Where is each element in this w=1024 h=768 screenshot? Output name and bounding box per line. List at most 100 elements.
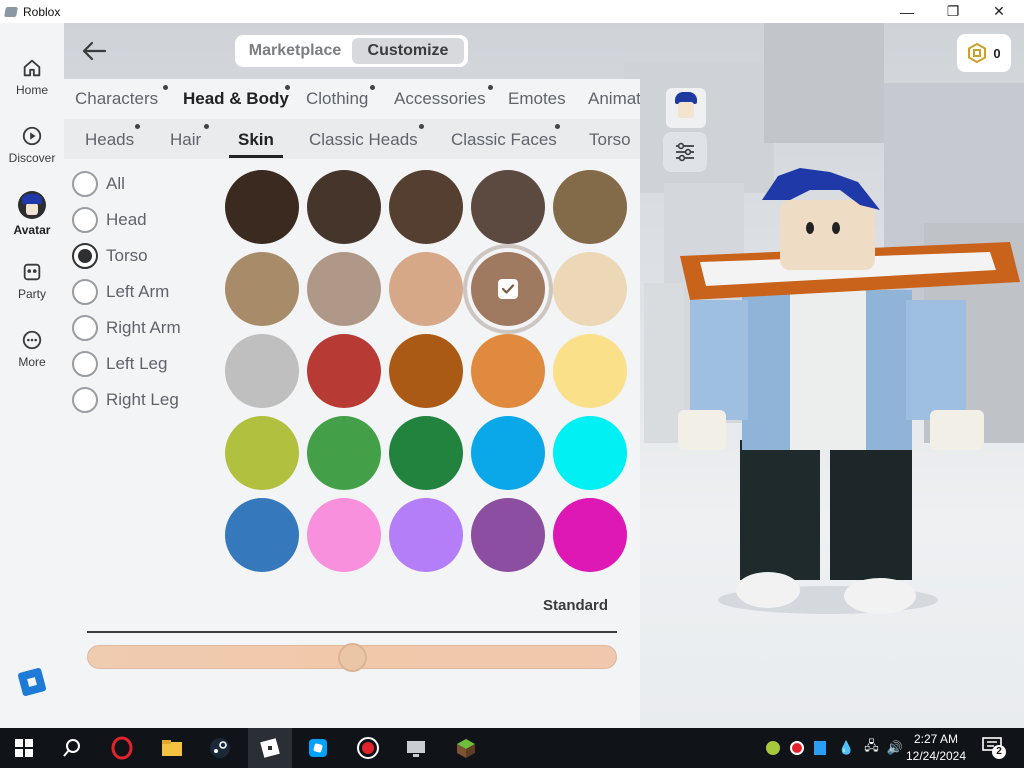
tab-heads[interactable]: Heads <box>85 124 140 150</box>
display-icon[interactable] <box>404 736 428 760</box>
skin-color-swatch[interactable] <box>553 498 627 572</box>
steam-icon[interactable] <box>208 736 232 760</box>
system-tray: 💧 🖧 🔊 <box>766 728 903 768</box>
radio-button[interactable] <box>72 243 98 269</box>
more-icon <box>22 330 42 350</box>
tab-skin[interactable]: Skin <box>238 130 274 150</box>
radio-button[interactable] <box>72 315 98 341</box>
radio-button[interactable] <box>72 279 98 305</box>
tray-app-icon[interactable] <box>814 741 826 755</box>
skin-color-swatch[interactable] <box>307 416 381 490</box>
roblox-icon[interactable] <box>258 736 282 760</box>
taskbar-clock[interactable]: 2:27 AM 12/24/2024 <box>896 731 976 765</box>
body-part-option[interactable]: Left Arm <box>72 278 169 306</box>
skin-color-swatch[interactable] <box>553 334 627 408</box>
skin-color-swatch[interactable] <box>389 334 463 408</box>
tab-torso[interactable]: Torso <box>589 130 631 150</box>
record-icon[interactable] <box>356 736 380 760</box>
tab-clothing[interactable]: Clothing <box>306 85 375 109</box>
minimize-button[interactable]: — <box>884 0 930 23</box>
skin-color-swatch[interactable] <box>307 498 381 572</box>
rail-item-discover[interactable]: Discover <box>0 125 64 181</box>
body-part-option[interactable]: Torso <box>72 242 148 270</box>
new-dot-indicator <box>555 124 560 129</box>
minecraft-icon[interactable] <box>454 736 478 760</box>
skin-color-swatch[interactable] <box>307 334 381 408</box>
secondary-category-tabs: Heads Hair Skin Classic Heads Classic Fa… <box>64 119 640 159</box>
tab-characters[interactable]: Characters <box>75 85 168 109</box>
skin-color-swatch[interactable] <box>307 252 381 326</box>
restore-button[interactable]: ❐ <box>930 0 976 23</box>
notification-center-button[interactable]: 2 <box>982 737 1008 759</box>
body-part-option[interactable]: Head <box>72 206 147 234</box>
close-button[interactable]: ✕ <box>976 0 1022 23</box>
search-icon[interactable] <box>60 736 84 760</box>
new-dot-indicator <box>204 124 209 129</box>
skin-color-swatch[interactable] <box>471 498 545 572</box>
tab-head-body[interactable]: Head & Body <box>183 85 290 109</box>
active-tab-underline <box>229 155 283 158</box>
skin-color-swatch[interactable] <box>553 170 627 244</box>
radio-button[interactable] <box>72 207 98 233</box>
segment-marketplace[interactable]: Marketplace <box>238 38 352 64</box>
skin-color-swatch[interactable] <box>471 170 545 244</box>
tab-accessories[interactable]: Accessories <box>394 85 493 109</box>
skin-color-swatch[interactable] <box>553 416 627 490</box>
body-part-label: All <box>106 174 125 193</box>
home-icon <box>23 59 41 77</box>
rail-item-more[interactable]: More <box>0 329 64 385</box>
back-button[interactable] <box>78 38 110 64</box>
rail-item-party[interactable]: Party <box>0 261 64 317</box>
skin-color-swatch[interactable] <box>471 252 545 326</box>
tab-emotes[interactable]: Emotes <box>508 89 566 109</box>
body-part-option[interactable]: Left Leg <box>72 350 167 378</box>
rail-item-avatar[interactable]: Avatar <box>0 191 64 247</box>
skin-tone-mode-label: Standard <box>543 597 609 614</box>
radio-button[interactable] <box>72 171 98 197</box>
skin-color-swatch[interactable] <box>389 170 463 244</box>
body-part-option[interactable]: Right Leg <box>72 386 179 414</box>
avatar-settings-button[interactable] <box>663 132 707 172</box>
tab-classic-heads[interactable]: Classic Heads <box>309 124 424 150</box>
file-explorer-icon[interactable] <box>160 736 184 760</box>
sliders-icon <box>676 142 694 162</box>
skin-color-swatch[interactable] <box>225 334 299 408</box>
skin-color-swatch[interactable] <box>225 498 299 572</box>
radio-button[interactable] <box>72 387 98 413</box>
windows-taskbar: 💧 🖧 🔊 2:27 AM 12/24/2024 2 <box>0 728 1024 768</box>
skin-color-swatch[interactable] <box>471 334 545 408</box>
skin-color-swatch[interactable] <box>389 498 463 572</box>
opera-icon[interactable] <box>110 736 134 760</box>
skin-tone-slider-handle[interactable] <box>337 643 367 672</box>
body-part-option[interactable]: Right Arm <box>72 314 181 342</box>
robux-balance-button[interactable]: 0 <box>957 34 1011 72</box>
windows-start-icon[interactable] <box>12 736 36 760</box>
new-dot-indicator <box>370 85 375 90</box>
skin-color-swatch[interactable] <box>471 416 545 490</box>
skin-color-swatch[interactable] <box>225 416 299 490</box>
new-dot-indicator <box>419 124 424 129</box>
tray-droplet-icon[interactable]: 💧 <box>838 740 854 756</box>
body-part-label: Right Leg <box>106 390 179 409</box>
marketplace-customize-toggle: Marketplace Customize <box>235 35 468 67</box>
tab-animations[interactable]: Animations <box>588 89 640 109</box>
avatar-preview-thumbnail[interactable] <box>666 88 706 128</box>
tab-classic-faces[interactable]: Classic Faces <box>451 124 560 150</box>
skin-color-swatch[interactable] <box>307 170 381 244</box>
network-icon[interactable]: 🖧 <box>864 737 879 759</box>
robux-balance: 0 <box>993 45 1001 61</box>
skin-color-swatch[interactable] <box>389 416 463 490</box>
segment-customize[interactable]: Customize <box>352 38 464 64</box>
skin-color-swatch[interactable] <box>389 252 463 326</box>
body-part-option[interactable]: All <box>72 170 125 198</box>
roblox-studio-icon[interactable] <box>306 736 330 760</box>
skin-color-swatch[interactable] <box>225 170 299 244</box>
radio-button[interactable] <box>72 351 98 377</box>
tray-record-icon[interactable] <box>790 741 804 755</box>
skin-color-swatch[interactable] <box>553 252 627 326</box>
tab-hair[interactable]: Hair <box>170 124 209 150</box>
rail-item-home[interactable]: Home <box>0 57 64 113</box>
skin-color-swatch[interactable] <box>225 252 299 326</box>
window-titlebar: Roblox — ❐ ✕ <box>0 0 1024 23</box>
tray-app-icon[interactable] <box>766 741 780 755</box>
